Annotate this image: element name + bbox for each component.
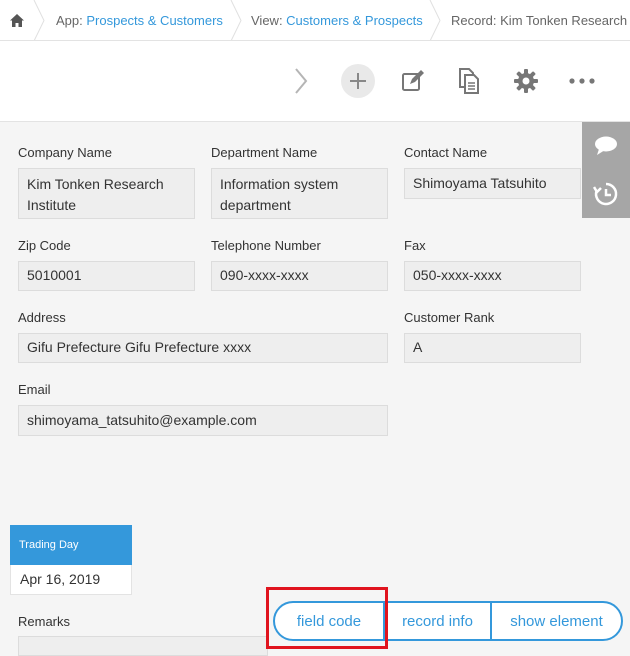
breadcrumb-separator — [33, 0, 45, 40]
address-value: Gifu Prefecture Gifu Prefecture xxxx — [18, 333, 388, 363]
breadcrumb-separator — [429, 0, 441, 40]
customer-rank-value: A — [404, 333, 581, 363]
breadcrumb-view-link[interactable]: Customers & Prospects — [286, 13, 423, 28]
chevron-right-icon[interactable] — [283, 63, 319, 99]
fax-label: Fax — [404, 238, 426, 253]
department-name-field: Department Name Information system depar… — [211, 144, 388, 219]
email-value: shimoyama_tatsuhito@example.com — [18, 405, 388, 436]
contact-name-label: Contact Name — [404, 145, 488, 160]
gear-icon[interactable] — [508, 63, 544, 99]
home-icon[interactable] — [0, 0, 33, 40]
remarks-value — [18, 636, 268, 656]
breadcrumb: App: Prospects & Customers View: Custome… — [0, 0, 630, 41]
address-label: Address — [18, 310, 66, 325]
telephone-label: Telephone Number — [211, 238, 321, 253]
customer-rank-label: Customer Rank — [404, 310, 495, 325]
fax-value: 050-xxxx-xxxx — [404, 261, 581, 291]
more-icon[interactable] — [564, 63, 600, 99]
breadcrumb-record: Record: Kim Tonken Research Institute — [451, 13, 630, 28]
trading-day-field: Trading Day Apr 16, 2019 — [10, 525, 132, 595]
edit-icon[interactable] — [395, 63, 431, 99]
breadcrumb-app-link[interactable]: Prospects & Customers — [86, 13, 223, 28]
fax-field: Fax 050-xxxx-xxxx — [404, 237, 581, 291]
company-name-label: Company Name — [18, 145, 112, 160]
contact-name-field: Contact Name Shimoyama Tatsuhito — [404, 144, 581, 199]
record-info-button[interactable]: record info — [383, 603, 490, 639]
zip-code-value: 5010001 — [18, 261, 195, 291]
duplicate-icon[interactable] — [451, 63, 487, 99]
add-icon[interactable] — [341, 64, 375, 98]
company-name-value: Kim Tonken Research Institute — [18, 168, 195, 219]
zip-code-label: Zip Code — [18, 238, 71, 253]
trading-day-value: Apr 16, 2019 — [10, 565, 132, 595]
side-panel-tabs — [582, 122, 630, 218]
email-field: Email shimoyama_tatsuhito@example.com — [18, 381, 388, 436]
history-icon[interactable] — [582, 170, 630, 218]
highlight-box — [266, 587, 388, 649]
telephone-value: 090-xxxx-xxxx — [211, 261, 388, 291]
comment-icon[interactable] — [582, 122, 630, 170]
customer-rank-field: Customer Rank A — [404, 309, 581, 363]
breadcrumb-separator — [230, 0, 242, 40]
breadcrumb-app[interactable]: App: Prospects & Customers — [56, 0, 223, 40]
telephone-field: Telephone Number 090-xxxx-xxxx — [211, 237, 388, 291]
remarks-field: Remarks — [18, 613, 218, 631]
record-toolbar — [0, 41, 630, 122]
department-name-value: Information system department — [211, 168, 388, 219]
address-field: Address Gifu Prefecture Gifu Prefecture … — [18, 309, 388, 363]
email-label: Email — [18, 382, 51, 397]
zip-code-field: Zip Code 5010001 — [18, 237, 195, 291]
show-element-button[interactable]: show element — [490, 603, 621, 639]
department-name-label: Department Name — [211, 145, 318, 160]
trading-day-label: Trading Day — [10, 525, 132, 565]
breadcrumb-view[interactable]: View: Customers & Prospects — [251, 0, 423, 40]
remarks-label: Remarks — [18, 614, 71, 629]
company-name-field: Company Name Kim Tonken Research Institu… — [18, 144, 195, 219]
contact-name-value: Shimoyama Tatsuhito — [404, 168, 581, 199]
